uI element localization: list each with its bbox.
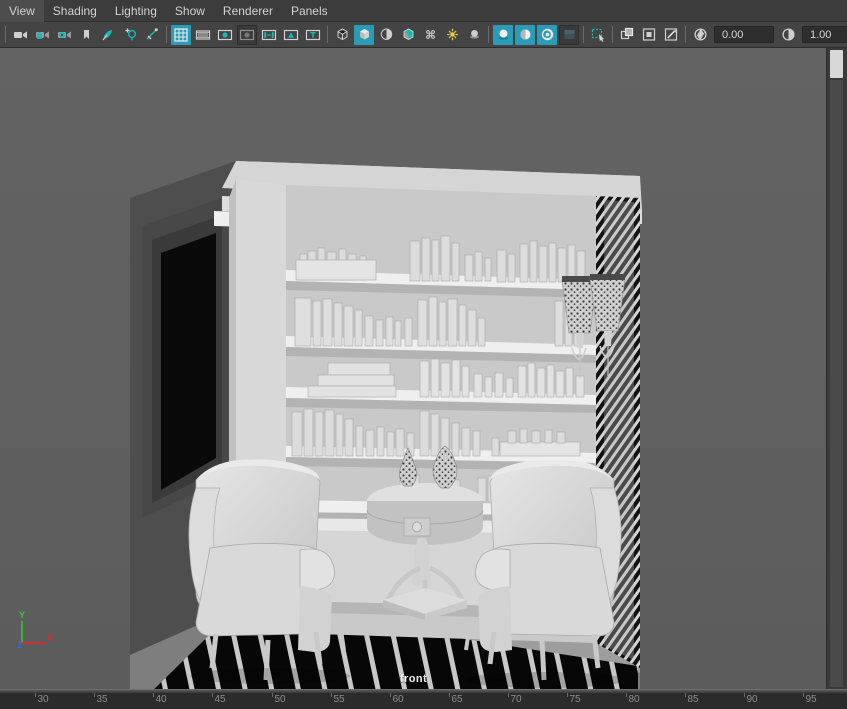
xray-active-comp-icon[interactable]	[464, 25, 484, 45]
axis-label-y: Y	[19, 610, 25, 620]
gamma-icon[interactable]	[778, 25, 798, 45]
marquee-select-icon[interactable]	[588, 25, 608, 45]
time-ruler-tick	[803, 693, 804, 697]
menu-lighting[interactable]: Lighting	[106, 0, 166, 22]
use-default-light-icon[interactable]	[493, 24, 513, 45]
time-ruler-tick	[685, 693, 686, 697]
wireframe-on-shaded-icon[interactable]	[398, 25, 418, 45]
toolbar-separator	[609, 22, 616, 47]
vertical-scrollbar[interactable]	[826, 48, 847, 689]
use-all-lights-icon[interactable]	[515, 24, 535, 45]
smooth-shade-all-icon[interactable]	[354, 24, 374, 45]
exposure-icon[interactable]	[690, 25, 710, 45]
menu-shading[interactable]: Shading	[44, 0, 106, 22]
time-ruler-tick	[153, 693, 154, 697]
time-ruler-label: 40	[155, 694, 167, 705]
axis-label-z: Z	[18, 641, 23, 650]
time-ruler-tick	[449, 693, 450, 697]
time-ruler-label: 50	[274, 694, 286, 705]
time-ruler-label: 65	[451, 694, 463, 705]
xray-joints-icon[interactable]	[442, 25, 462, 45]
time-ruler-label: 30	[37, 694, 49, 705]
menu-bar: View Shading Lighting Show Renderer Pane…	[0, 0, 847, 22]
time-ruler-tick	[567, 693, 568, 697]
scene-render	[0, 48, 827, 689]
time-ruler-tick	[94, 693, 95, 697]
toolbar-separator	[682, 22, 689, 47]
scrollbar-track[interactable]	[830, 80, 843, 687]
time-ruler-tick	[331, 693, 332, 697]
camera-icon[interactable]	[10, 25, 30, 45]
time-ruler-label: 80	[628, 694, 640, 705]
camera-lock-icon[interactable]	[32, 25, 52, 45]
time-ruler-tick	[744, 693, 745, 697]
time-ruler-label: 75	[569, 694, 581, 705]
screen-space-ao-icon[interactable]	[559, 24, 579, 45]
time-ruler-tick	[508, 693, 509, 697]
set-key-icon[interactable]	[120, 25, 140, 45]
time-ruler-label: 45	[214, 694, 226, 705]
safe-title-icon[interactable]	[303, 25, 323, 45]
toolbar-separator	[324, 22, 331, 47]
xray-icon[interactable]	[420, 25, 440, 45]
menu-panels[interactable]: Panels	[282, 0, 337, 22]
isolate-set-icon[interactable]	[639, 25, 659, 45]
motion-trail-icon[interactable]	[142, 25, 162, 45]
exposure-field[interactable]: 0.00	[714, 26, 774, 43]
toolbar-separator	[580, 22, 587, 47]
field-chart-icon[interactable]	[259, 25, 279, 45]
time-ruler-tick	[390, 693, 391, 697]
time-ruler-tick	[212, 693, 213, 697]
camera-attributes-icon[interactable]	[54, 25, 74, 45]
viewport-3d[interactable]: Y X Z front	[0, 48, 827, 689]
time-ruler-label: 35	[96, 694, 108, 705]
film-gate-icon[interactable]	[193, 25, 213, 45]
menu-show[interactable]: Show	[166, 0, 214, 22]
time-ruler-label: 70	[510, 694, 522, 705]
viewport-toolbar: 0.00 1.00 CM sRGB gamm	[0, 22, 847, 48]
axis-orientation-gizmo: Y X Z	[18, 610, 53, 650]
viewport-camera-label: front	[399, 673, 428, 685]
safe-action-icon[interactable]	[281, 25, 301, 45]
time-ruler-label: 90	[746, 694, 758, 705]
resolution-gate-icon[interactable]	[215, 25, 235, 45]
smooth-shade-flat-icon[interactable]	[376, 25, 396, 45]
wireframe-icon[interactable]	[332, 25, 352, 45]
bookmark-icon[interactable]	[76, 25, 96, 45]
time-ruler-label: 55	[333, 694, 345, 705]
gate-mask-icon[interactable]	[237, 24, 257, 45]
time-ruler-label: 95	[805, 694, 817, 705]
time-ruler-tick	[272, 693, 273, 697]
xray-texture-paint-icon[interactable]	[661, 25, 681, 45]
keyframe-feather-icon[interactable]	[98, 25, 118, 45]
time-ruler-label: 85	[687, 694, 699, 705]
axis-label-x: X	[47, 633, 53, 643]
toolbar-separator	[485, 22, 492, 47]
maya-viewport-panel: View Shading Lighting Show Renderer Pane…	[0, 0, 847, 709]
toolbar-separator	[2, 22, 9, 47]
shadows-icon[interactable]	[537, 24, 557, 45]
time-ruler-tick	[626, 693, 627, 697]
time-ruler-label: 60	[392, 694, 404, 705]
menu-renderer[interactable]: Renderer	[214, 0, 282, 22]
scrollbar-thumb[interactable]	[830, 50, 843, 78]
time-ruler[interactable]: 30 35 40 45 50 55 60 65 70 75 80 85 90 95	[0, 693, 847, 709]
isolate-select-icon[interactable]	[617, 25, 637, 45]
grid-icon[interactable]	[171, 24, 191, 45]
time-ruler-tick	[35, 693, 36, 697]
menu-view[interactable]: View	[0, 0, 44, 22]
gamma-field[interactable]: 1.00	[802, 26, 847, 43]
toolbar-separator	[163, 22, 170, 47]
